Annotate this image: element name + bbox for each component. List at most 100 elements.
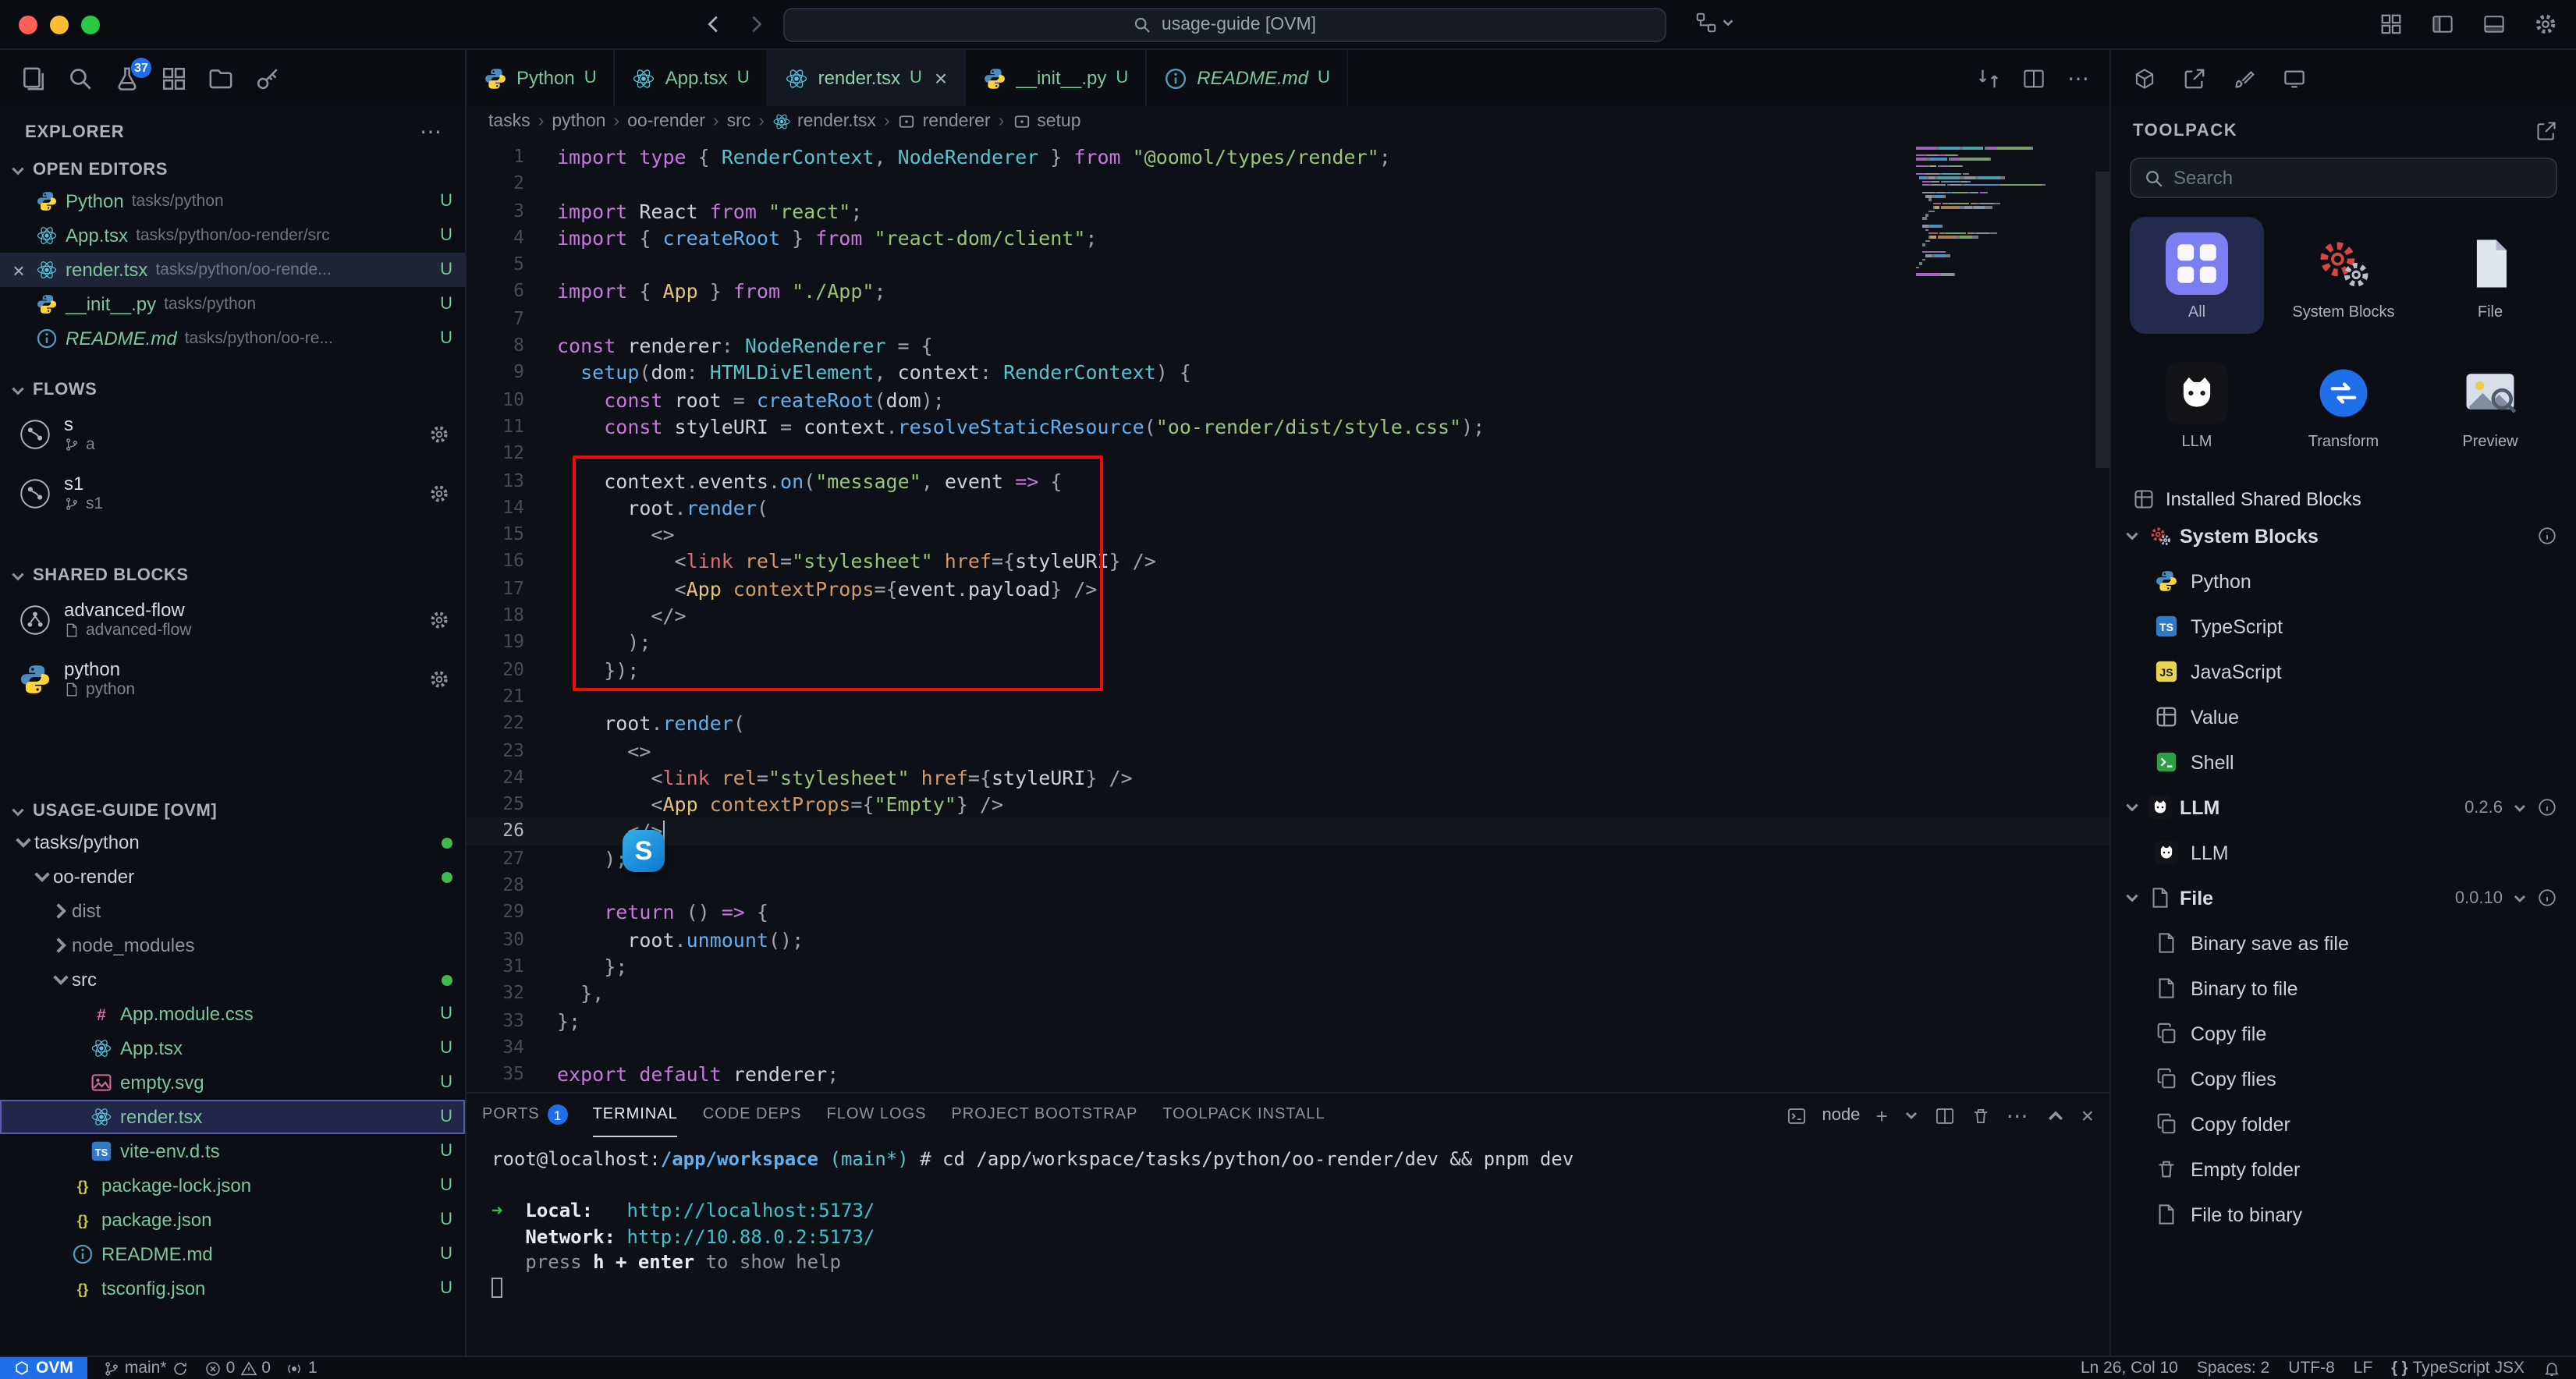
category-file[interactable]: File — [2423, 217, 2557, 334]
block-copy-folder[interactable]: Copy folder — [2111, 1101, 2576, 1147]
group-header-system-blocks[interactable]: System Blocks — [2111, 513, 2576, 558]
block-javascript[interactable]: JSJavaScript — [2111, 649, 2576, 694]
breadcrumb-item-setup[interactable]: setup — [1012, 112, 1080, 131]
breadcrumb-item-src[interactable]: src — [727, 112, 751, 131]
open-editor-render-tsx[interactable]: ×render.tsxtasks/python/oo-rende...U — [0, 253, 465, 287]
search-panel-icon[interactable] — [67, 65, 94, 91]
tree-item-vite-env-d-ts[interactable]: TSvite-env.d.tsU — [0, 1134, 465, 1168]
open-editor-python[interactable]: Pythontasks/pythonU — [0, 184, 465, 218]
minimap[interactable] — [1916, 147, 2088, 281]
remote-indicator[interactable]: OVM — [0, 1357, 87, 1379]
notifications-bell[interactable] — [2543, 1360, 2560, 1377]
split-editor-icon[interactable] — [2022, 66, 2046, 90]
split-terminal-icon[interactable] — [1935, 1105, 1955, 1126]
preview-window-icon[interactable] — [2283, 66, 2306, 90]
section-workspace[interactable]: USAGE-GUIDE [OVM] — [0, 796, 465, 825]
block-python[interactable]: Python — [2111, 558, 2576, 604]
shared-block-python[interactable]: pythonpython — [0, 649, 465, 708]
eol[interactable]: LF — [2354, 1359, 2373, 1377]
layout-sidebar-icon[interactable] — [2431, 12, 2454, 36]
open-editor-app-tsx[interactable]: App.tsxtasks/python/oo-render/srcU — [0, 218, 465, 253]
category-system-blocks[interactable]: System Blocks — [2276, 217, 2411, 334]
tab-readme-md[interactable]: README.mdU — [1147, 50, 1349, 106]
breadcrumb-item-python[interactable]: python — [552, 112, 605, 131]
skype-overlay-icon[interactable]: S — [623, 830, 665, 872]
category-llm[interactable]: LLM — [2130, 346, 2264, 463]
explorer-more-icon[interactable]: ⋯ — [420, 119, 443, 145]
flow-s1[interactable]: s1s1 — [0, 463, 465, 523]
maximize-panel-icon[interactable] — [2046, 1105, 2066, 1126]
maximize-window-button[interactable] — [81, 16, 100, 34]
flow-s[interactable]: sa — [0, 404, 465, 463]
tree-item-node-modules[interactable]: node_modules — [0, 928, 465, 962]
tree-item-oo-render[interactable]: oo-render — [0, 860, 465, 894]
folder-icon[interactable] — [208, 65, 234, 91]
block-empty-folder[interactable]: Empty folder — [2111, 1147, 2576, 1192]
settings-gear-icon[interactable] — [2534, 12, 2557, 36]
apps-grid-icon[interactable] — [2379, 12, 2403, 36]
tree-item-tasks-python[interactable]: tasks/python — [0, 825, 465, 860]
git-branch-status[interactable]: main* — [103, 1359, 189, 1377]
tab-app-tsx[interactable]: App.tsxU — [616, 50, 768, 106]
tab-python[interactable]: PythonU — [467, 50, 616, 106]
block-binary-to-file[interactable]: Binary to file — [2111, 966, 2576, 1011]
panel-tab-flow-logs[interactable]: FLOW LOGS — [827, 1094, 927, 1137]
toolpack-cube-icon[interactable] — [2133, 66, 2156, 90]
explorer-files-icon[interactable] — [20, 65, 47, 91]
layout-panel-icon[interactable] — [2482, 12, 2506, 36]
shared-block-advanced-flow[interactable]: advanced-flowadvanced-flow — [0, 590, 465, 649]
breadcrumb-item-oo-render[interactable]: oo-render — [627, 112, 705, 131]
block-value[interactable]: Value — [2111, 694, 2576, 739]
category-transform[interactable]: Transform — [2276, 346, 2411, 463]
language-mode[interactable]: { } TypeScript JSX — [2391, 1359, 2525, 1377]
close-editor-icon[interactable]: × — [9, 258, 28, 282]
editor-scrollbar[interactable] — [2095, 172, 2109, 468]
new-terminal-icon[interactable]: + — [1875, 1104, 1887, 1127]
tree-item-render-tsx[interactable]: render.tsxU — [0, 1100, 465, 1134]
encoding[interactable]: UTF-8 — [2288, 1359, 2335, 1377]
panel-tab-project-bootstrap[interactable]: PROJECT BOOTSTRAP — [951, 1094, 1137, 1137]
tab-render-tsx[interactable]: render.tsxU× — [768, 50, 967, 106]
tree-item-app-tsx[interactable]: App.tsxU — [0, 1031, 465, 1065]
block-typescript[interactable]: TSTypeScript — [2111, 604, 2576, 649]
group-header-file[interactable]: File0.0.10 — [2111, 875, 2576, 920]
breadcrumb-item-renderer[interactable]: renderer — [898, 112, 991, 131]
back-icon[interactable] — [702, 12, 726, 36]
breadcrumb-item-tasks[interactable]: tasks — [488, 112, 530, 131]
section-flows[interactable]: FLOWS — [0, 374, 465, 404]
experiments-flask-icon[interactable]: 37 — [114, 65, 140, 91]
tab-init-py[interactable]: __init__.pyU — [966, 50, 1147, 106]
workspace-search-bar[interactable]: usage-guide [OVM] — [783, 8, 1666, 42]
panel-more-icon[interactable]: ⋯ — [2007, 1102, 2030, 1129]
tree-item-dist[interactable]: dist — [0, 894, 465, 928]
panel-tab-code-deps[interactable]: CODE DEPS — [703, 1094, 802, 1137]
close-tab-icon[interactable]: × — [935, 67, 947, 89]
minimize-window-button[interactable] — [50, 16, 69, 34]
tree-item-empty-svg[interactable]: empty.svgU — [0, 1065, 465, 1100]
block-llm[interactable]: LLM — [2111, 830, 2576, 875]
group-header-llm[interactable]: LLM0.2.6 — [2111, 785, 2576, 830]
problems-status[interactable]: 0 0 — [204, 1359, 271, 1377]
close-window-button[interactable] — [19, 16, 37, 34]
shell-name[interactable]: node — [1822, 1106, 1860, 1125]
format-brush-icon[interactable] — [2233, 66, 2256, 90]
kill-terminal-icon[interactable] — [1971, 1105, 1991, 1126]
block-binary-save-as-file[interactable]: Binary save as file — [2111, 920, 2576, 966]
code-editor[interactable]: 1import type { RenderContext, NodeRender… — [467, 137, 2109, 1092]
tree-item-readme-md[interactable]: README.mdU — [0, 1237, 465, 1271]
toolpack-search-input[interactable]: Search — [2130, 158, 2557, 198]
panel-tab-toolpack-install[interactable]: TOOLPACK INSTALL — [1162, 1094, 1325, 1137]
tree-item-app-module-css[interactable]: #App.module.cssU — [0, 997, 465, 1031]
block-copy-file[interactable]: Copy file — [2111, 1011, 2576, 1056]
terminal-output[interactable]: root@localhost:/app/workspace (main*) # … — [467, 1137, 2109, 1356]
panel-tab-ports[interactable]: PORTS1 — [482, 1094, 568, 1137]
tree-item-tsconfig-json[interactable]: {}tsconfig.jsonU — [0, 1271, 465, 1306]
close-panel-icon[interactable]: × — [2081, 1103, 2094, 1128]
key-icon[interactable] — [254, 65, 281, 91]
tree-item-package-lock-json[interactable]: {}package-lock.jsonU — [0, 1168, 465, 1203]
flow-selector[interactable] — [1694, 11, 1735, 34]
section-open-editors[interactable]: OPEN EDITORS — [0, 154, 465, 184]
forward-icon[interactable] — [744, 12, 768, 36]
indentation[interactable]: Spaces: 2 — [2197, 1359, 2269, 1377]
open-editor-init-py[interactable]: __init__.pytasks/pythonU — [0, 287, 465, 321]
